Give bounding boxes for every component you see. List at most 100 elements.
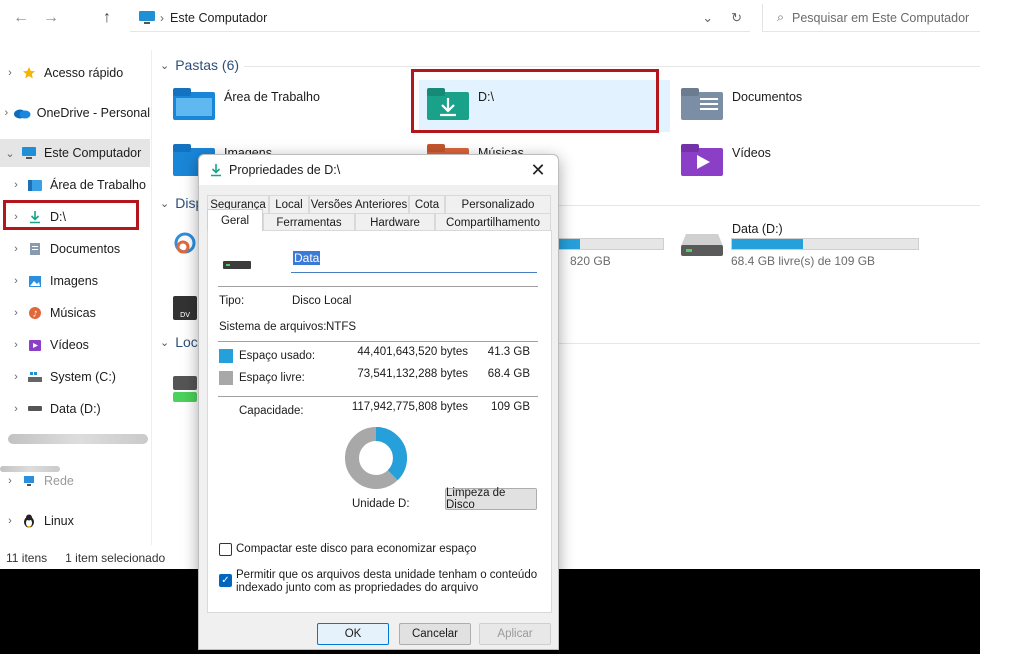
volume-name-input[interactable]: Data xyxy=(291,251,537,273)
free-space-swatch xyxy=(219,371,233,385)
drive-icon xyxy=(26,401,44,417)
tab-hardware[interactable]: Hardware xyxy=(355,213,435,231)
refresh-icon[interactable]: ↻ xyxy=(731,10,742,26)
chevron-right-icon[interactable]: › xyxy=(8,307,24,319)
item-count: 11 itens xyxy=(6,551,48,565)
document-folder-icon xyxy=(681,88,723,120)
sidebar-item-documents[interactable]: › Documentos xyxy=(0,235,150,263)
sidebar-item-videos[interactable]: › Vídeos xyxy=(0,331,150,359)
tab-quota[interactable]: Cota xyxy=(409,195,445,213)
back-button[interactable]: ← xyxy=(6,3,36,33)
tab-sharing[interactable]: Compartilhamento xyxy=(435,213,551,231)
sidebar-item-network[interactable]: › Rede xyxy=(0,467,150,495)
status-bar: 11 itens 1 item selecionado xyxy=(0,548,165,568)
compress-checkbox[interactable] xyxy=(219,543,232,556)
ok-button[interactable]: OK xyxy=(317,623,389,645)
chevron-right-icon[interactable]: › xyxy=(8,339,24,351)
video-icon xyxy=(26,337,44,353)
cloud-icon xyxy=(13,105,31,121)
chevron-right-icon[interactable]: › xyxy=(2,107,11,119)
sidebar-item-pictures[interactable]: › Imagens xyxy=(0,267,150,295)
sidebar-item-label: Acesso rápido xyxy=(44,66,124,80)
sidebar-item-label: Rede xyxy=(44,474,74,488)
penguin-icon xyxy=(20,513,38,529)
disk-cleanup-button[interactable]: Limpeza de Disco xyxy=(445,487,537,511)
used-space-bytes: 44,401,643,520 bytes xyxy=(357,346,468,358)
sidebar-item-this-pc[interactable]: ⌄ Este Computador xyxy=(0,139,150,167)
forward-button[interactable]: → xyxy=(36,3,66,33)
chevron-right-icon[interactable]: › xyxy=(8,403,24,415)
divider xyxy=(218,286,538,287)
app-shortcut-icon xyxy=(174,232,196,254)
chevron-right-icon[interactable]: › xyxy=(8,243,24,255)
sidebar-item-quick-access[interactable]: › Acesso rápido xyxy=(0,59,150,87)
checkmark-icon: ✓ xyxy=(221,575,230,586)
capacity-label: Capacidade: xyxy=(239,405,304,417)
used-space-label: Espaço usado: xyxy=(239,350,316,362)
arrow-up-icon: ↑ xyxy=(103,9,111,26)
sidebar-item-onedrive[interactable]: › OneDrive - Personal xyxy=(0,99,150,127)
free-space-bytes: 73,541,132,288 bytes xyxy=(357,368,468,380)
dialog-titlebar: Propriedades de D:\ ✕ xyxy=(199,155,558,185)
chevron-right-icon[interactable]: › xyxy=(2,515,18,527)
tab-general[interactable]: Geral xyxy=(207,209,263,231)
chevron-down-icon: ⌄ xyxy=(160,197,170,210)
sidebar-item-linux[interactable]: › Linux xyxy=(0,507,150,535)
drive-d-free-text: 68.4 GB livre(s) de 109 GB xyxy=(731,254,876,268)
divider xyxy=(218,396,538,397)
tab-previous-versions[interactable]: Versões Anteriores xyxy=(309,195,409,213)
redacted-sidebar-item xyxy=(8,434,148,444)
chevron-right-icon[interactable]: › xyxy=(8,179,24,191)
sidebar-item-music[interactable]: › ♪ Músicas xyxy=(0,299,150,327)
compress-label: Compactar este disco para economizar esp… xyxy=(236,543,477,555)
tab-tools[interactable]: Ferramentas xyxy=(263,213,355,231)
sidebar-item-label: Músicas xyxy=(50,306,96,320)
close-icon: ✕ xyxy=(530,159,546,180)
chevron-right-icon[interactable]: › xyxy=(8,371,24,383)
navigation-pane: › Acesso rápido › OneDrive - Personal ⌄ … xyxy=(0,50,152,545)
folder-label: Área de Trabalho xyxy=(224,90,320,104)
close-button[interactable]: ✕ xyxy=(528,159,548,181)
locations-group-header[interactable]: ⌄ Loc xyxy=(160,334,198,350)
sidebar-item-label: Linux xyxy=(44,514,74,528)
apply-button[interactable]: Aplicar xyxy=(479,623,551,645)
folder-tile-desktop[interactable]: Área de Trabalho xyxy=(172,86,320,122)
tab-location[interactable]: Local xyxy=(269,195,309,213)
group-divider xyxy=(558,205,980,206)
index-checkbox[interactable]: ✓ xyxy=(219,574,232,587)
folder-label: Documentos xyxy=(732,90,803,104)
address-bar[interactable]: › Este Computador ⌄ ↻ xyxy=(130,4,750,32)
group-title: Pastas (6) xyxy=(175,57,240,73)
chevron-right-icon[interactable]: › xyxy=(8,275,24,287)
music-icon: ♪ xyxy=(26,305,44,321)
folders-group-header[interactable]: ⌄ Pastas (6) xyxy=(160,57,239,73)
sidebar-item-system-c[interactable]: › System (C:) xyxy=(0,363,150,391)
search-placeholder: Pesquisar em Este Computador xyxy=(792,10,970,25)
sidebar-item-label: Documentos xyxy=(50,242,121,256)
search-input[interactable]: ⌕ Pesquisar em Este Computador xyxy=(762,4,980,32)
up-button[interactable]: ↑ xyxy=(92,3,122,33)
file-explorer-window: ← → ↑ › Este Computador ⌄ ↻ ⌕ Pesquisar … xyxy=(0,0,1020,654)
sidebar-item-label: Vídeos xyxy=(50,338,89,352)
desktop-folder-icon xyxy=(26,177,44,193)
chevron-right-icon[interactable]: › xyxy=(2,67,18,79)
star-icon xyxy=(20,65,38,81)
devices-group-header[interactable]: ⌄ Disp xyxy=(160,195,203,211)
sidebar-item-data-d[interactable]: › Data (D:) xyxy=(0,395,150,423)
folder-tile-documents[interactable]: Documentos xyxy=(680,86,802,122)
chevron-down-icon[interactable]: ⌄ xyxy=(702,10,713,26)
chevron-down-icon[interactable]: ⌄ xyxy=(2,147,18,160)
used-space-gb: 41.3 GB xyxy=(487,346,530,358)
sidebar-item-desktop[interactable]: › Área de Trabalho xyxy=(0,171,150,199)
sidebar-item-label: System (C:) xyxy=(50,370,116,384)
tab-customize[interactable]: Personalizado xyxy=(445,195,551,213)
folder-tile-videos[interactable]: Vídeos xyxy=(680,142,771,178)
arrow-left-icon: ← xyxy=(13,9,29,26)
index-label-line-1: Permitir que os arquivos desta unidade t… xyxy=(236,569,538,581)
cancel-button[interactable]: Cancelar xyxy=(399,623,471,645)
free-space-gb: 68.4 GB xyxy=(487,368,530,380)
general-tab-panel: Data Tipo: Disco Local Sistema de arquiv… xyxy=(207,230,552,613)
filesystem-value: NTFS xyxy=(326,321,357,333)
drive-label: Data (D:) xyxy=(732,222,783,236)
chevron-right-icon[interactable]: › xyxy=(2,475,18,487)
